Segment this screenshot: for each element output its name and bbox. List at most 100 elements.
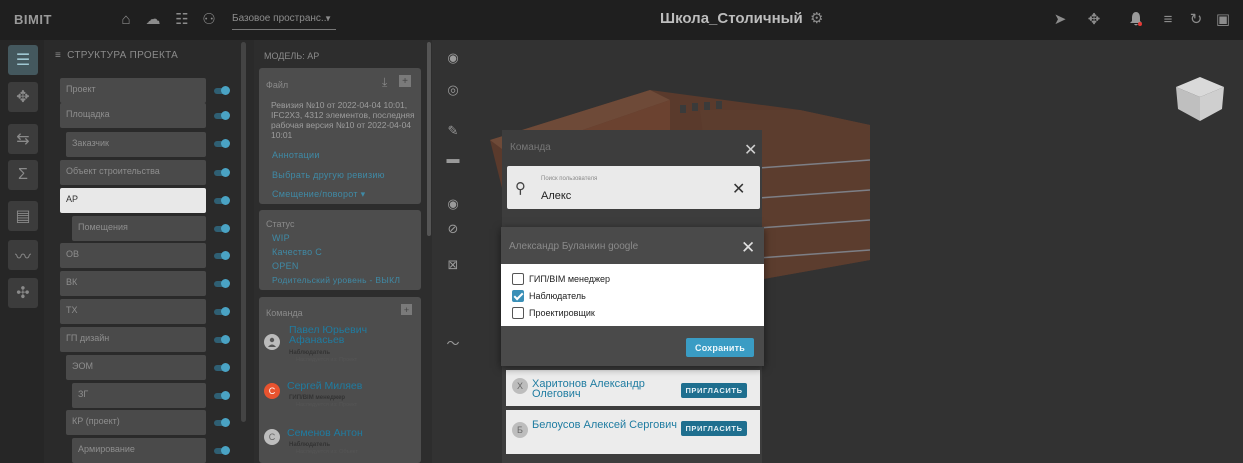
space-select-value: Базовое пространс... bbox=[232, 13, 330, 24]
tree-item[interactable]: ВК bbox=[60, 271, 206, 296]
visibility-toggle[interactable] bbox=[214, 224, 230, 233]
visibility-toggle[interactable] bbox=[214, 86, 230, 95]
puzzle-icon[interactable]: ✣ bbox=[8, 278, 38, 308]
refresh-icon[interactable]: ↻ bbox=[1186, 9, 1206, 29]
team-icon[interactable]: ☷ bbox=[172, 9, 192, 29]
status-wip[interactable]: WIP bbox=[272, 233, 290, 243]
navigate-icon[interactable]: ✥ bbox=[8, 82, 38, 112]
app-logo[interactable]: BIMIT bbox=[14, 12, 52, 27]
team-member-name[interactable]: Сергей Миляев bbox=[287, 381, 362, 392]
cursor-icon[interactable]: ➤ bbox=[1050, 9, 1070, 29]
add-icon[interactable]: + bbox=[399, 75, 411, 87]
download-icon[interactable]: ⤓ bbox=[382, 75, 387, 90]
close-icon[interactable]: ✕ bbox=[744, 140, 757, 160]
tree-item[interactable]: ТХ bbox=[60, 299, 206, 324]
role-option[interactable]: Проектировщик bbox=[512, 306, 595, 319]
annotations-link[interactable]: Аннотации bbox=[272, 150, 320, 160]
visibility-toggle[interactable] bbox=[214, 418, 230, 427]
model-scrollbar[interactable] bbox=[427, 42, 431, 236]
role-checkbox[interactable] bbox=[512, 306, 524, 319]
tree-item[interactable]: ГП дизайн bbox=[60, 327, 206, 352]
nav-cube-icon[interactable] bbox=[1170, 73, 1228, 123]
team-card-title: Команда bbox=[266, 308, 303, 318]
document-icon[interactable]: ▤ bbox=[8, 201, 38, 231]
target-icon[interactable]: ◎ bbox=[444, 81, 462, 99]
role-option[interactable]: ГИП/BIM менеджер bbox=[512, 272, 610, 285]
tree-item[interactable]: Армирование bbox=[72, 438, 206, 463]
gear-icon[interactable]: ⚙ bbox=[810, 9, 823, 27]
tree-item[interactable]: ОВ bbox=[60, 243, 206, 268]
status-card-title: Статус bbox=[266, 219, 295, 229]
user-name: Белоусов Алексей Сергович bbox=[532, 419, 677, 431]
tree-item[interactable]: ЗГ bbox=[72, 383, 206, 408]
visibility-toggle[interactable] bbox=[214, 391, 230, 400]
user-name: Харитонов Александр Олегович bbox=[532, 378, 645, 400]
visibility-toggle[interactable] bbox=[214, 111, 230, 120]
shuffle-icon[interactable]: ⇆ bbox=[8, 124, 38, 154]
role-checkbox[interactable] bbox=[512, 272, 524, 285]
tree-item[interactable]: Объект строительства bbox=[60, 160, 206, 185]
visibility-toggle[interactable] bbox=[214, 196, 230, 205]
tree-item-selected[interactable]: АР bbox=[60, 188, 206, 213]
measure-icon[interactable]: 〜 bbox=[444, 333, 462, 351]
offset-rotation-link[interactable]: Смещение/поворот ▾ bbox=[272, 189, 365, 200]
team-member-role: Наблюдатель bbox=[289, 442, 331, 448]
visibility-toggle[interactable] bbox=[214, 446, 230, 455]
avatar: Б bbox=[512, 422, 528, 438]
team-member-role: Наблюдатель bbox=[289, 350, 331, 356]
visibility-toggle[interactable] bbox=[214, 307, 230, 316]
floor-plan-icon[interactable]: ▬ bbox=[444, 149, 462, 167]
user-search-input[interactable] bbox=[507, 166, 760, 209]
list-icon[interactable]: ≡ bbox=[1158, 9, 1178, 29]
role-checkbox-checked[interactable] bbox=[512, 289, 524, 302]
invite-button[interactable]: ПРИГЛАСИТЬ bbox=[681, 383, 747, 398]
team-member-name[interactable]: Семенов Антон bbox=[287, 428, 363, 439]
team-member-role: ГИП/BIM менеджер bbox=[289, 395, 346, 401]
structure-scrollbar[interactable] bbox=[241, 42, 246, 422]
eye-icon[interactable]: ◉ bbox=[444, 195, 462, 213]
role-option[interactable]: Наблюдатель bbox=[512, 289, 586, 302]
tree-item[interactable]: КР (проект) bbox=[66, 410, 206, 435]
avatar bbox=[264, 334, 280, 350]
add-member-icon[interactable]: + bbox=[401, 304, 412, 315]
notification-bell-icon[interactable] bbox=[1126, 9, 1146, 29]
visibility-toggle[interactable] bbox=[214, 363, 230, 372]
save-disk-icon[interactable]: ▣ bbox=[1213, 9, 1233, 29]
cloud-icon[interactable]: ☁ bbox=[143, 9, 163, 29]
visibility-toggle[interactable] bbox=[214, 251, 230, 260]
space-select[interactable]: Базовое пространс... ▼ bbox=[232, 10, 336, 30]
hierarchy-icon[interactable]: ⚇ bbox=[199, 9, 219, 29]
chevron-down-icon: ▼ bbox=[324, 14, 332, 23]
section-plane-icon[interactable]: ✎ bbox=[444, 122, 462, 140]
sigma-icon[interactable]: Σ bbox=[8, 160, 38, 190]
parent-level-link[interactable]: Родительский уровень - ВЫКЛ bbox=[272, 275, 400, 285]
structure-tree-icon[interactable]: ☰ bbox=[8, 45, 38, 75]
hide-icon[interactable]: ⊘ bbox=[444, 220, 462, 238]
choose-revision-link[interactable]: Выбрать другую ревизию bbox=[272, 170, 385, 180]
tree-item[interactable]: ЭОМ bbox=[66, 355, 206, 380]
move-icon[interactable]: ✥ bbox=[1084, 9, 1104, 29]
save-button[interactable]: Сохранить bbox=[686, 338, 754, 357]
visibility-toggle[interactable] bbox=[214, 168, 230, 177]
chart-icon[interactable]: 〰 bbox=[8, 240, 38, 270]
tree-item[interactable]: Проект bbox=[60, 78, 206, 103]
isolate-icon[interactable]: ⊠ bbox=[444, 256, 462, 274]
invite-button[interactable]: ПРИГЛАСИТЬ bbox=[681, 421, 747, 436]
tree-item[interactable]: Заказчик bbox=[66, 132, 206, 157]
clear-search-icon[interactable]: ✕ bbox=[732, 179, 745, 199]
status-quality[interactable]: Качество С bbox=[272, 247, 322, 257]
tree-item[interactable]: Площадка bbox=[60, 103, 206, 128]
visibility-toggle[interactable] bbox=[214, 139, 230, 148]
user-search-value[interactable]: Алекс bbox=[541, 190, 571, 202]
tree-item[interactable]: Помещения bbox=[72, 216, 206, 241]
building-icon[interactable]: ⌂ bbox=[116, 9, 136, 29]
visibility-toggle[interactable] bbox=[214, 279, 230, 288]
select-mode-icon[interactable]: ◉ bbox=[444, 49, 462, 67]
team-member-inherit: Наследуется из: Проект bbox=[296, 357, 358, 363]
close-icon[interactable]: ✕ bbox=[741, 238, 755, 258]
role-label: ГИП/BIM менеджер bbox=[529, 273, 611, 284]
structure-panel-header: ≡ СТРУКТУРА ПРОЕКТА bbox=[55, 50, 178, 61]
status-open[interactable]: OPEN bbox=[272, 261, 299, 271]
team-member-name[interactable]: Павел Юрьевич Афанасьев bbox=[289, 325, 409, 346]
visibility-toggle[interactable] bbox=[214, 335, 230, 344]
